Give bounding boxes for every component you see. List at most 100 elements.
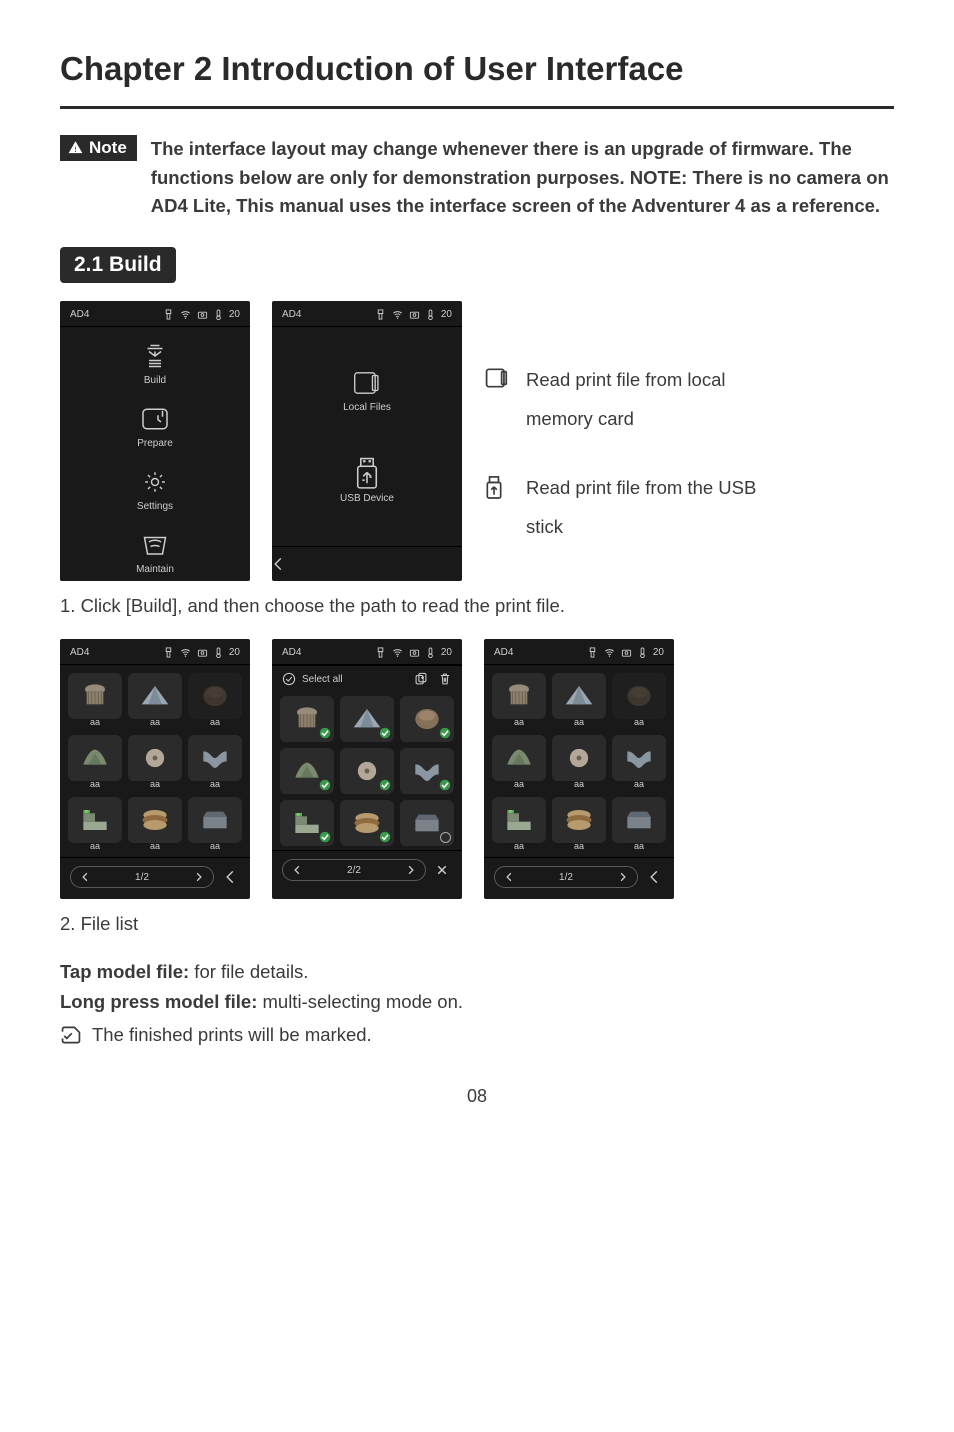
temp-icon xyxy=(214,647,223,658)
pager-label: 1/2 xyxy=(559,872,573,883)
file-thumb[interactable]: G xyxy=(280,800,334,846)
file-thumb[interactable] xyxy=(128,735,182,781)
source-usb-device[interactable]: USB Device xyxy=(340,451,394,514)
check-icon xyxy=(319,831,331,843)
check-icon xyxy=(319,727,331,739)
device-screen-file-list-marked: AD4 20 aaaaaaaaaaaaGaaaaaa 1/2 xyxy=(484,639,674,899)
file-thumb[interactable] xyxy=(280,748,334,794)
menu-settings[interactable]: Settings xyxy=(137,459,173,522)
finished-mark-icon xyxy=(60,1025,82,1045)
pager[interactable]: 1/2 xyxy=(494,866,638,888)
chevron-left-icon xyxy=(648,870,660,884)
menu-settings-label: Settings xyxy=(137,501,173,512)
file-thumb[interactable] xyxy=(188,797,242,843)
menu-maintain[interactable]: Maintain xyxy=(136,522,174,585)
file-thumb[interactable] xyxy=(612,735,666,781)
chevron-right-icon xyxy=(195,872,203,882)
check-icon xyxy=(379,831,391,843)
usb-status-icon xyxy=(163,647,174,658)
file-thumb[interactable] xyxy=(612,673,666,719)
temp-icon xyxy=(426,309,435,320)
long-text: multi-selecting mode on. xyxy=(257,991,463,1012)
device-screen-file-source: AD4 20 Local Files USB Device xyxy=(272,301,462,581)
camera-icon xyxy=(197,309,208,320)
legend-local: Read print file from local memory card xyxy=(484,361,786,439)
note-block: Note The interface layout may change whe… xyxy=(60,135,894,221)
file-thumb[interactable] xyxy=(552,735,606,781)
file-thumb[interactable] xyxy=(128,797,182,843)
wifi-icon xyxy=(392,647,403,658)
camera-icon xyxy=(621,647,632,658)
file-thumb[interactable] xyxy=(552,673,606,719)
back-button[interactable] xyxy=(272,546,462,581)
copy-icon[interactable] xyxy=(414,672,428,686)
device-title: AD4 xyxy=(70,647,89,658)
file-thumb[interactable] xyxy=(612,797,666,843)
camera-icon xyxy=(409,309,420,320)
file-thumb[interactable]: G xyxy=(68,797,122,843)
device-screen-file-list-select: AD4 20 Select all G 2/2 xyxy=(272,639,462,899)
source-local-files[interactable]: Local Files xyxy=(343,360,391,423)
legend-local-text: Read print file from local memory card xyxy=(526,361,786,439)
select-all-icon[interactable] xyxy=(282,672,296,686)
sd-card-icon xyxy=(352,368,382,398)
file-thumb[interactable] xyxy=(188,673,242,719)
usb-status-icon xyxy=(163,309,174,320)
status-temp: 20 xyxy=(653,647,664,658)
step-1-text: 1. Click [Build], and then choose the pa… xyxy=(60,595,894,617)
mark-instruction: The finished prints will be marked. xyxy=(60,1024,894,1046)
pager[interactable]: 1/2 xyxy=(70,866,214,888)
warning-icon xyxy=(68,140,83,155)
usb-device-icon xyxy=(352,459,382,489)
file-thumb[interactable] xyxy=(492,673,546,719)
back-button[interactable] xyxy=(224,870,240,884)
file-thumb[interactable] xyxy=(340,748,394,794)
chevron-left-icon xyxy=(272,557,284,571)
back-button[interactable] xyxy=(648,870,664,884)
file-thumb[interactable] xyxy=(188,735,242,781)
device-screen-file-list-1: AD4 20 aaaaaaaaaaaaGaaaaaa 1/2 xyxy=(60,639,250,899)
status-temp: 20 xyxy=(441,309,452,320)
page-title: Chapter 2 Introduction of User Interface xyxy=(60,50,894,88)
camera-icon xyxy=(409,647,420,658)
note-badge-label: Note xyxy=(89,138,127,158)
file-thumb[interactable] xyxy=(340,696,394,742)
temp-icon xyxy=(638,647,647,658)
close-button[interactable] xyxy=(436,864,452,876)
device-title: AD4 xyxy=(494,647,513,658)
device-status-icons: 20 xyxy=(375,647,452,658)
file-thumb[interactable] xyxy=(400,748,454,794)
close-icon xyxy=(436,864,448,876)
menu-prepare[interactable]: Prepare xyxy=(137,396,173,459)
svg-text:G: G xyxy=(297,813,300,817)
file-thumb[interactable] xyxy=(68,735,122,781)
device-screen-main-menu: AD4 20 Build Prepare xyxy=(60,301,250,581)
build-icon xyxy=(140,341,170,371)
file-thumb[interactable] xyxy=(68,673,122,719)
pager-label: 1/2 xyxy=(135,872,149,883)
check-icon xyxy=(379,727,391,739)
file-thumb[interactable] xyxy=(492,735,546,781)
chevron-left-icon xyxy=(224,870,236,884)
longpress-instruction: Long press model file: multi-selecting m… xyxy=(60,987,894,1017)
file-thumb[interactable] xyxy=(340,800,394,846)
device-status-icons: 20 xyxy=(163,647,240,658)
menu-build[interactable]: Build xyxy=(140,333,170,396)
svg-text:G: G xyxy=(509,810,512,814)
usb-device-icon xyxy=(484,475,508,499)
file-thumb[interactable] xyxy=(280,696,334,742)
file-thumb[interactable] xyxy=(400,696,454,742)
trash-icon[interactable] xyxy=(438,672,452,686)
file-grid: G xyxy=(272,688,462,850)
file-thumb[interactable]: G xyxy=(492,797,546,843)
file-thumb[interactable] xyxy=(400,800,454,846)
pager[interactable]: 2/2 xyxy=(282,859,426,881)
file-thumb[interactable] xyxy=(552,797,606,843)
file-grid: aaaaaaaaaaaaGaaaaaa xyxy=(484,665,674,857)
check-icon xyxy=(439,727,451,739)
select-all-label[interactable]: Select all xyxy=(302,674,343,685)
usb-status-icon xyxy=(375,309,386,320)
file-thumb[interactable] xyxy=(128,673,182,719)
pager-label: 2/2 xyxy=(347,865,361,876)
check-icon xyxy=(379,779,391,791)
